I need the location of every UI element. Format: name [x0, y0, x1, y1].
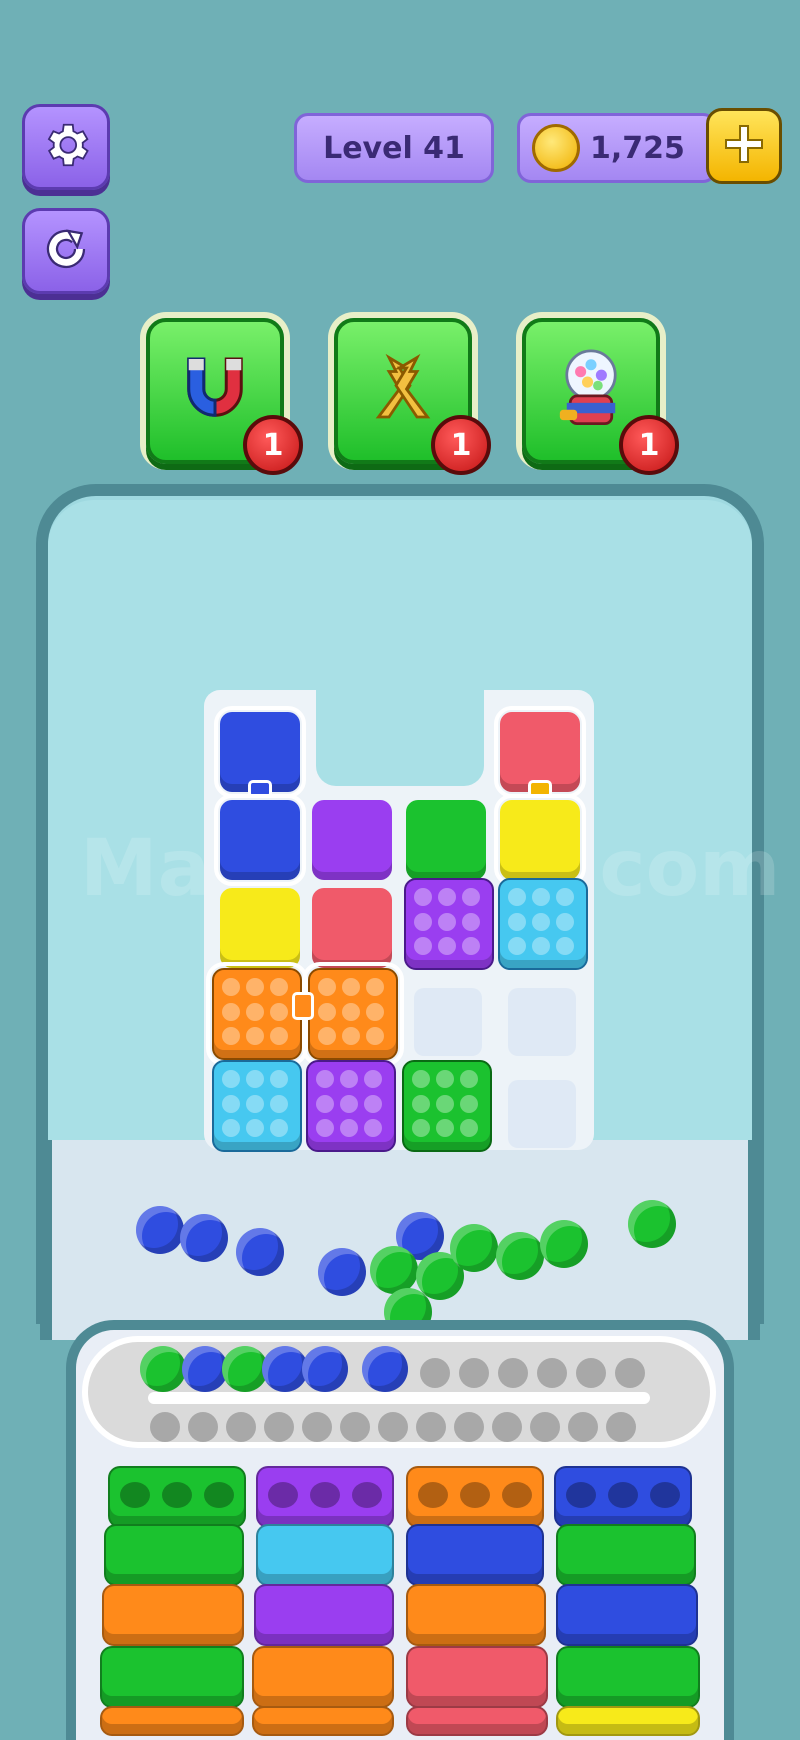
- gumball-machine-icon: [549, 344, 633, 438]
- tile-yellow[interactable]: [494, 794, 586, 886]
- peg-box-cyan[interactable]: [498, 878, 588, 970]
- restart-button[interactable]: [22, 208, 110, 294]
- settings-button[interactable]: [22, 104, 110, 190]
- peg-box-green[interactable]: [402, 1060, 492, 1152]
- grid-notch: [316, 690, 484, 786]
- crate-red: [406, 1646, 548, 1708]
- magnet-count-badge: 1: [243, 415, 303, 475]
- arrows-icon: [361, 347, 445, 435]
- ball-blue: [136, 1206, 184, 1254]
- conveyor-slots-top: [420, 1358, 660, 1390]
- coin-amount: 1,725: [590, 130, 685, 166]
- tile-link: [248, 780, 272, 798]
- crate-green: [100, 1646, 244, 1708]
- crate-purple[interactable]: [256, 1466, 394, 1528]
- peg-box-purple[interactable]: [404, 878, 494, 970]
- plus-icon: [720, 120, 768, 172]
- peg-box-orange[interactable]: [302, 962, 404, 1066]
- tile-purple[interactable]: [312, 800, 392, 880]
- ball-blue: [236, 1228, 284, 1276]
- ball-blue: [302, 1346, 348, 1392]
- crate-orange: [252, 1706, 394, 1736]
- ball-green: [140, 1346, 186, 1392]
- shuffle-count-badge: 1: [431, 415, 491, 475]
- level-indicator: Level 41: [294, 113, 494, 183]
- crate-orange: [252, 1646, 394, 1708]
- crate-green: [104, 1524, 244, 1586]
- tile-yellow[interactable]: [220, 888, 300, 968]
- crate-green: [556, 1524, 696, 1586]
- crate-blue[interactable]: [554, 1466, 692, 1528]
- tile-link: [292, 992, 314, 1020]
- tile-green[interactable]: [406, 800, 486, 880]
- peg-box-orange[interactable]: [206, 962, 308, 1066]
- empty-slot: [414, 988, 482, 1056]
- level-label: Level 41: [323, 130, 465, 166]
- peg-box-purple[interactable]: [306, 1060, 396, 1152]
- ball-green: [370, 1246, 418, 1294]
- magnet-icon: [170, 344, 260, 438]
- tile-blue[interactable]: [214, 794, 306, 886]
- crate-green[interactable]: [108, 1466, 246, 1528]
- conveyor-slots-bottom: [150, 1412, 650, 1444]
- add-coins-button[interactable]: [706, 108, 782, 184]
- peg-box-cyan[interactable]: [212, 1060, 302, 1152]
- crate-yellow: [556, 1706, 700, 1736]
- coin-counter: 1,725: [517, 113, 717, 183]
- crate-orange: [102, 1584, 244, 1646]
- ball-blue: [362, 1346, 408, 1392]
- gumball-count-badge: 1: [619, 415, 679, 475]
- empty-slot: [508, 1080, 576, 1148]
- ball-green: [450, 1224, 498, 1272]
- ball-green: [496, 1232, 544, 1280]
- ball-blue: [318, 1248, 366, 1296]
- crate-orange: [100, 1706, 244, 1736]
- ball-green: [540, 1220, 588, 1268]
- ball-blue: [180, 1214, 228, 1262]
- crate-red: [406, 1706, 548, 1736]
- tile-red[interactable]: [312, 888, 392, 968]
- crate-orange: [406, 1584, 546, 1646]
- crate-orange[interactable]: [406, 1466, 544, 1528]
- crate-purple: [254, 1584, 394, 1646]
- crate-blue: [556, 1584, 698, 1646]
- restart-icon: [39, 222, 93, 280]
- gear-icon: [39, 118, 93, 176]
- crate-blue: [406, 1524, 544, 1586]
- crate-cyan: [256, 1524, 394, 1586]
- crate-green: [556, 1646, 700, 1708]
- coin-icon: [532, 124, 580, 172]
- tile-link: [528, 780, 552, 798]
- ball-green: [628, 1200, 676, 1248]
- empty-slot: [508, 988, 576, 1056]
- conveyor-divider: [148, 1392, 650, 1404]
